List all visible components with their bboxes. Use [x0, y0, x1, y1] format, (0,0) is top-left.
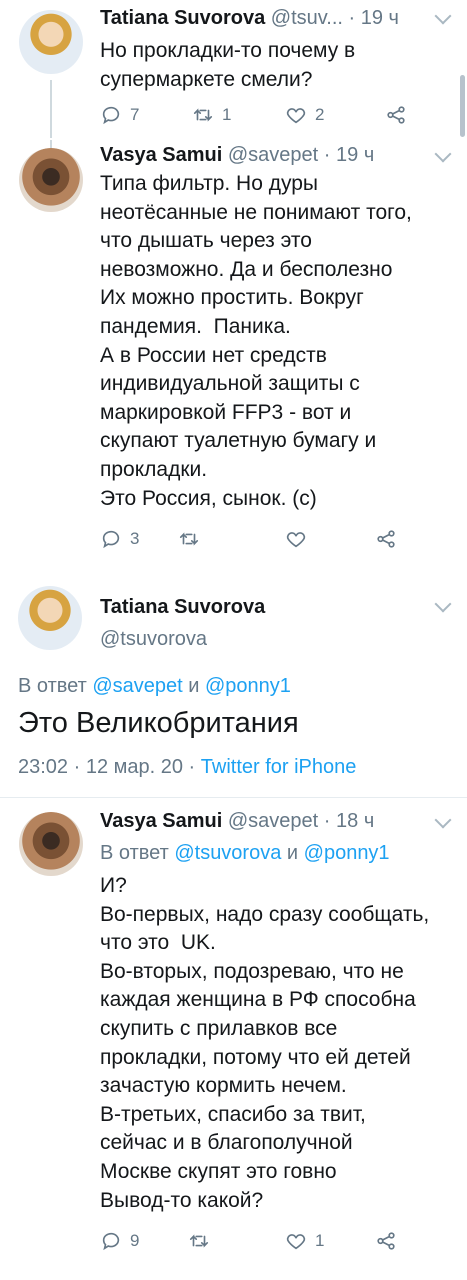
avatar[interactable] — [19, 812, 83, 876]
tweet-2[interactable]: Vasya Samui @savepet · 19 ч Типа фильтр.… — [0, 140, 467, 580]
reply-and: и — [182, 675, 205, 697]
share-icon — [377, 1232, 395, 1250]
like-button[interactable] — [285, 528, 315, 550]
scrollbar[interactable] — [460, 75, 465, 137]
retweet-button[interactable] — [178, 528, 208, 550]
heart-icon — [286, 1234, 306, 1250]
tweet-actions: 7 1 2 — [100, 104, 420, 134]
mention-link[interactable]: @ponny1 — [304, 842, 390, 864]
reply-and: и — [281, 842, 304, 864]
reply-count: 7 — [130, 105, 140, 124]
tweet-actions: 3 — [100, 528, 420, 558]
reply-count: 9 — [130, 1231, 140, 1250]
tweet-3[interactable]: Vasya Samui @savepet · 18 ч В ответ @tsu… — [0, 800, 467, 1275]
tweet-time[interactable]: · 18 ч — [324, 810, 374, 832]
focused-tweet: Tatiana Suvorova @tsuvorova В ответ @sav… — [0, 580, 467, 795]
retweet-icon — [193, 108, 213, 122]
like-button[interactable]: 1 — [285, 1230, 324, 1252]
tweet-header: Vasya Samui @savepet · 18 ч — [100, 810, 374, 833]
heart-icon — [286, 108, 306, 124]
reply-button[interactable]: 3 — [100, 528, 139, 550]
share-button[interactable] — [375, 1230, 397, 1252]
like-count: 1 — [315, 1231, 325, 1250]
reply-prefix: В ответ — [100, 842, 175, 864]
share-button[interactable] — [385, 104, 407, 126]
author-name[interactable]: Vasya Samui — [100, 144, 222, 166]
chevron-down-icon[interactable] — [434, 145, 452, 163]
mention-link[interactable]: @tsuvorova — [174, 842, 281, 864]
thread-line — [50, 80, 52, 138]
tweet-header: Tatiana Suvorova @tsuv... · 19 ч — [100, 7, 399, 30]
share-icon — [377, 530, 395, 548]
tweet-time[interactable]: · 19 ч — [349, 7, 399, 29]
reply-icon — [102, 530, 120, 549]
heart-icon — [286, 532, 306, 548]
reply-icon — [102, 106, 120, 125]
author-handle[interactable]: @savepet — [228, 810, 318, 832]
retweet-button[interactable] — [188, 1230, 218, 1252]
reply-button[interactable]: 9 — [100, 1230, 139, 1252]
focused-name[interactable]: Tatiana Suvorova — [100, 596, 265, 619]
mention-link[interactable]: @savepet — [92, 675, 182, 697]
tweet-header: Vasya Samui @savepet · 19 ч — [100, 144, 374, 167]
chevron-down-icon[interactable] — [434, 811, 452, 829]
avatar[interactable] — [18, 586, 82, 650]
mention-link[interactable]: @ponny1 — [205, 675, 291, 697]
retweet-icon — [179, 532, 199, 546]
retweet-icon — [189, 1234, 209, 1248]
focused-text: Это Великобритания — [18, 707, 299, 739]
tweet-date: 23:02 · 12 мар. 20 · — [18, 756, 201, 778]
avatar[interactable] — [19, 10, 83, 74]
tweet-text: И? Во-первых, надо сразу сообщать, что э… — [100, 874, 430, 1212]
retweet-count: 1 — [222, 105, 232, 124]
chevron-down-icon[interactable] — [434, 7, 452, 25]
retweet-button[interactable]: 1 — [192, 104, 231, 126]
reply-icon — [102, 1232, 120, 1251]
divider — [0, 797, 467, 798]
tweet-actions: 9 1 — [100, 1230, 420, 1260]
tweet-text: Типа фильтр. Но дуры неотёсанные не пони… — [100, 172, 412, 510]
tweet-time[interactable]: · 19 ч — [324, 144, 374, 166]
author-name[interactable]: Vasya Samui — [100, 810, 222, 832]
like-count: 2 — [315, 105, 325, 124]
author-handle[interactable]: @tsuv... — [271, 7, 343, 29]
reply-context: В ответ @tsuvorova и @ponny1 — [100, 842, 390, 865]
reply-context: В ответ @savepet и @ponny1 — [18, 675, 291, 698]
like-button[interactable]: 2 — [285, 104, 324, 126]
tweet-meta: 23:02 · 12 мар. 20 · Twitter for iPhone — [18, 756, 356, 779]
author-name[interactable]: Tatiana Suvorova — [100, 7, 265, 29]
focused-handle[interactable]: @tsuvorova — [100, 628, 207, 651]
reply-button[interactable]: 7 — [100, 104, 139, 126]
reply-prefix: В ответ — [18, 675, 93, 697]
share-button[interactable] — [375, 528, 397, 550]
reply-count: 3 — [130, 529, 140, 548]
share-icon — [387, 106, 405, 124]
thread-line — [50, 140, 52, 148]
tweet-text: Но прокладки-то почему в супермаркете см… — [100, 39, 356, 91]
source-link[interactable]: Twitter for iPhone — [201, 756, 357, 778]
avatar[interactable] — [19, 148, 83, 212]
chevron-down-icon[interactable] — [434, 595, 452, 613]
tweet-1[interactable]: Tatiana Suvorova @tsuv... · 19 ч Но прок… — [0, 0, 467, 140]
author-handle[interactable]: @savepet — [228, 144, 318, 166]
